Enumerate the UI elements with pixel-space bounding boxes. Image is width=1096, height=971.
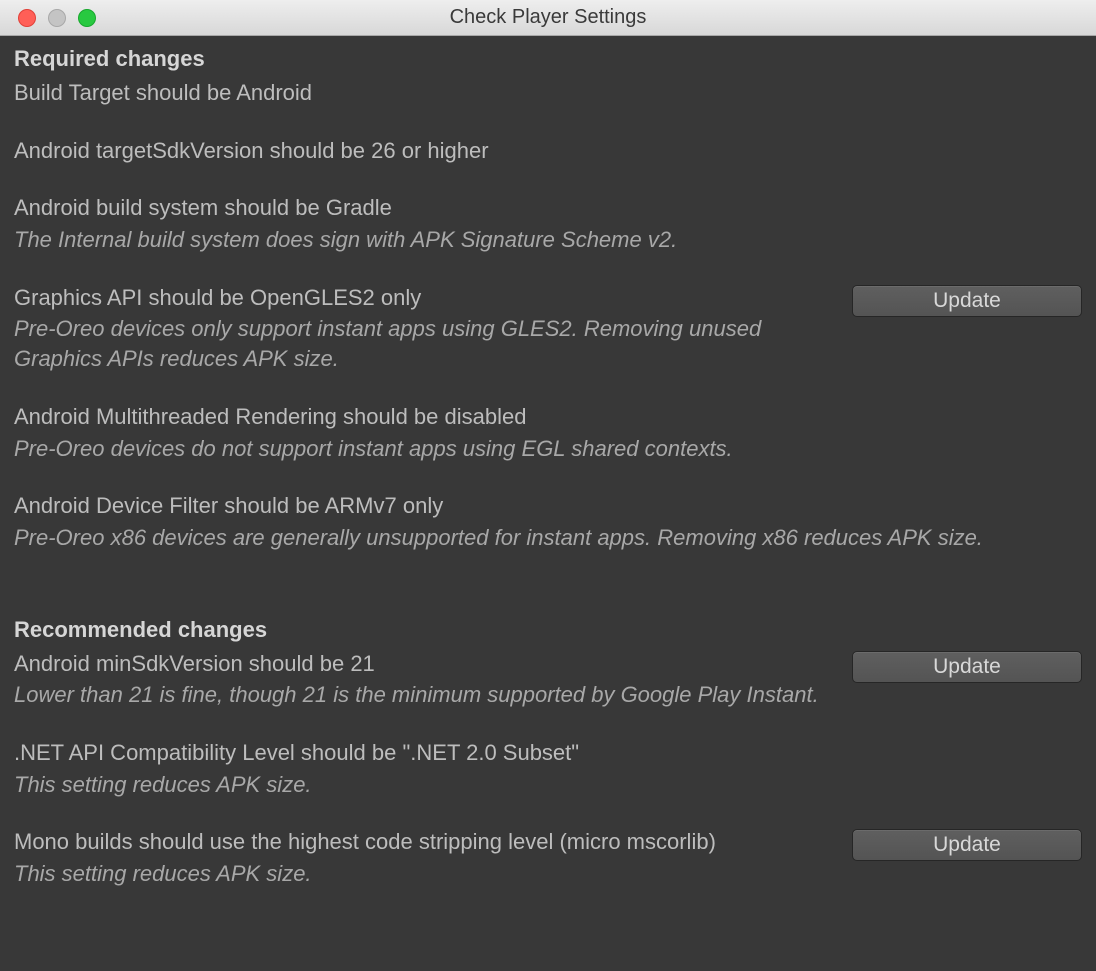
item-note: This setting reduces APK size. (14, 770, 1082, 800)
item-title: Mono builds should use the highest code … (14, 827, 836, 857)
recommended-item-mono-stripping: Mono builds should use the highest code … (14, 827, 1082, 888)
window-title: Check Player Settings (0, 6, 1096, 29)
item-title: Android Device Filter should be ARMv7 on… (14, 491, 1082, 521)
item-note: Pre-Oreo x86 devices are generally unsup… (14, 523, 1082, 553)
item-note: The Internal build system does sign with… (14, 225, 1082, 255)
close-icon[interactable] (18, 9, 36, 27)
required-item-graphics-api: Graphics API should be OpenGLES2 only Pr… (14, 283, 1082, 374)
item-note: This setting reduces APK size. (14, 859, 836, 889)
item-title: Android targetSdkVersion should be 26 or… (14, 136, 1082, 166)
required-item-multithreaded: Android Multithreaded Rendering should b… (14, 402, 1082, 463)
titlebar: Check Player Settings (0, 0, 1096, 36)
item-title: .NET API Compatibility Level should be "… (14, 738, 1082, 768)
item-title: Android build system should be Gradle (14, 193, 1082, 223)
item-title: Build Target should be Android (14, 78, 1082, 108)
required-item-device-filter: Android Device Filter should be ARMv7 on… (14, 491, 1082, 552)
required-item-target-sdk: Android targetSdkVersion should be 26 or… (14, 136, 1082, 166)
update-button[interactable]: Update (852, 829, 1082, 861)
item-title: Android Multithreaded Rendering should b… (14, 402, 1082, 432)
update-button[interactable]: Update (852, 651, 1082, 683)
recommended-item-min-sdk: Android minSdkVersion should be 21 Lower… (14, 649, 1082, 710)
required-item-build-target: Build Target should be Android (14, 78, 1082, 108)
required-item-build-system: Android build system should be Gradle Th… (14, 193, 1082, 254)
item-title: Graphics API should be OpenGLES2 only (14, 283, 836, 313)
recommended-heading: Recommended changes (14, 617, 1082, 643)
recommended-item-dotnet: .NET API Compatibility Level should be "… (14, 738, 1082, 799)
item-title: Android minSdkVersion should be 21 (14, 649, 836, 679)
minimize-icon[interactable] (48, 9, 66, 27)
zoom-icon[interactable] (78, 9, 96, 27)
content-area: Required changes Build Target should be … (0, 36, 1096, 927)
required-heading: Required changes (14, 46, 1082, 72)
window-controls (0, 9, 96, 27)
item-note: Lower than 21 is fine, though 21 is the … (14, 680, 836, 710)
update-button[interactable]: Update (852, 285, 1082, 317)
item-note: Pre-Oreo devices do not support instant … (14, 434, 1082, 464)
item-note: Pre-Oreo devices only support instant ap… (14, 314, 836, 373)
